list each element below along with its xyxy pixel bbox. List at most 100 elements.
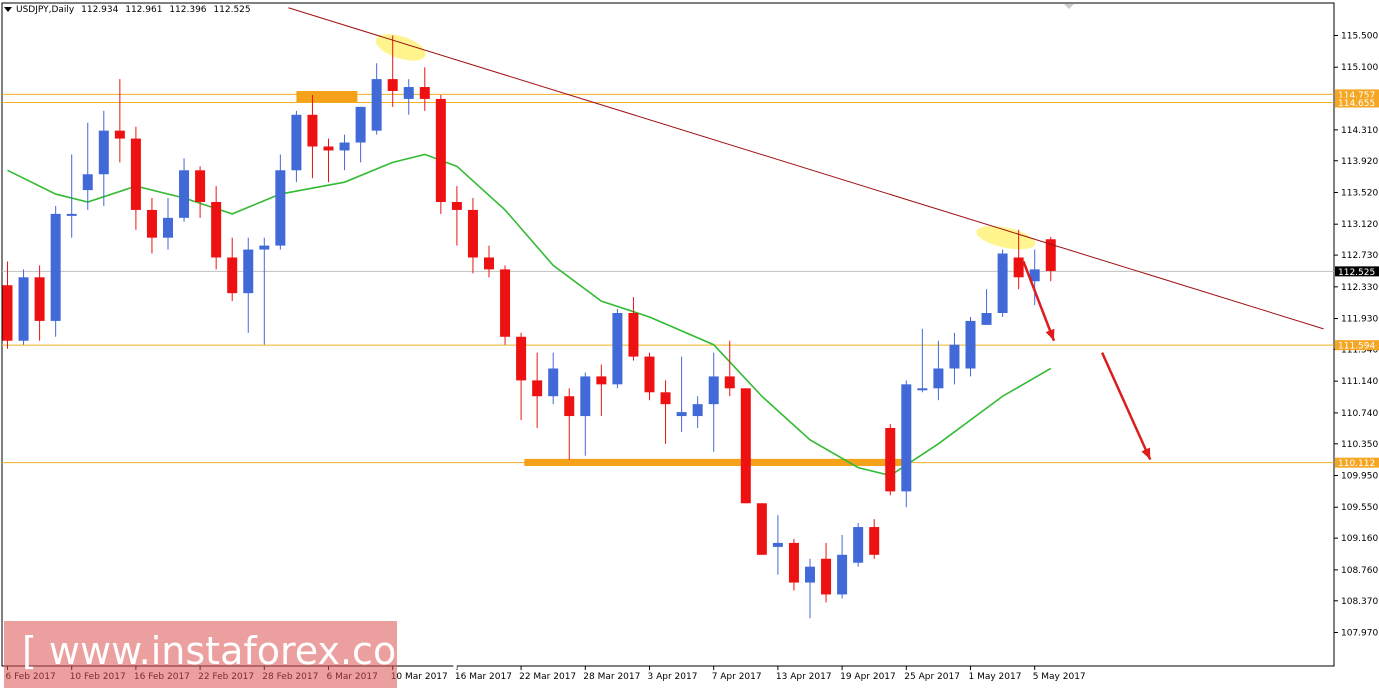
candle-body (901, 384, 912, 492)
candle-body (195, 170, 206, 202)
candle-body (34, 277, 45, 321)
candle-body (275, 170, 286, 246)
candle-body (756, 503, 767, 555)
candle-body (66, 213, 77, 216)
candle-body (435, 98, 446, 202)
x-tick-label: 22 Mar 2017 (519, 672, 576, 682)
level-price-label: 110.112 (1338, 459, 1375, 469)
chart-area: 115.500 115.100 114.310 113.920 113.520 113.1… (0, 0, 1379, 690)
candle-body (371, 79, 382, 131)
candle-body (387, 79, 398, 91)
candle-body (949, 344, 960, 369)
y-tick-label: 111.140 (1341, 377, 1378, 387)
dropdown-triangle-icon[interactable] (4, 7, 12, 12)
candle-body (821, 558, 832, 595)
watermark-text: [ www.instaforex.com ] (22, 629, 461, 673)
candle-body (805, 566, 815, 583)
x-tick-label: 25 Apr 2017 (904, 672, 960, 682)
candle-body (788, 542, 799, 583)
candle-body (98, 130, 109, 175)
x-tick-label: 19 Apr 2017 (840, 672, 896, 682)
candle-body (997, 253, 1008, 313)
x-tick-label: 13 Apr 2017 (776, 672, 832, 682)
candle-body (307, 114, 318, 147)
y-tick-label: 107.970 (1341, 629, 1378, 639)
high-value: 112.961 (125, 5, 163, 15)
candle-body (532, 380, 543, 397)
x-tick-label: 5 May 2017 (1033, 672, 1086, 682)
candle-body (772, 542, 783, 547)
candle-body (227, 257, 238, 294)
candle-body (981, 312, 992, 325)
candle-body (419, 87, 430, 99)
candle-body (548, 368, 559, 397)
candle-body (516, 336, 527, 381)
candle-body (933, 368, 944, 389)
y-tick-label: 110.350 (1341, 440, 1378, 450)
x-tick-label: 16 Mar 2017 (455, 672, 512, 682)
x-tick-label: 1 May 2017 (969, 672, 1022, 682)
y-tick-label: 115.500 (1341, 32, 1378, 42)
candle-body (692, 404, 703, 417)
y-tick-label: 109.550 (1341, 503, 1378, 513)
symbol-label: USDJPY,Daily (16, 5, 75, 15)
candle-body (2, 285, 13, 341)
candle-body (163, 217, 173, 238)
y-tick-label: 108.760 (1341, 566, 1378, 576)
candle-body (644, 356, 655, 393)
candlestick-chart: 115.500 115.100 114.310 113.920 113.520 113.1… (1, 2, 1379, 682)
candle-body (676, 412, 687, 417)
candle-body (18, 277, 29, 341)
x-tick-label: 3 Apr 2017 (648, 672, 698, 682)
y-tick-label: 113.120 (1341, 220, 1378, 230)
candle-body (628, 312, 639, 357)
current-price-label: 112.525 (1338, 268, 1375, 278)
candle-body (740, 388, 751, 504)
candle-body (339, 142, 350, 151)
candle-body (1013, 257, 1024, 278)
candle-body (50, 213, 61, 321)
y-tick-label: 115.100 (1341, 63, 1378, 73)
candle-body (564, 396, 575, 417)
candle-body (708, 376, 719, 405)
y-tick-label: 109.950 (1341, 472, 1378, 482)
y-tick-label: 114.310 (1341, 126, 1378, 136)
candle-body (965, 320, 976, 369)
low-value: 112.396 (169, 5, 207, 15)
candle-body (451, 201, 462, 210)
candle-body (467, 209, 478, 258)
y-tick-label: 108.370 (1341, 597, 1378, 607)
close-value: 112.525 (213, 5, 251, 15)
candle-body (853, 527, 864, 563)
candle-body (291, 114, 302, 171)
candle-body (211, 201, 222, 258)
y-tick-label: 113.520 (1341, 188, 1378, 198)
level-price-label: 111.594 (1338, 342, 1375, 352)
candle-body (403, 87, 414, 99)
y-tick-label: 113.920 (1341, 157, 1378, 167)
candle-body (323, 146, 334, 151)
support-resistance-zone (296, 90, 358, 103)
x-tick-label: 28 Mar 2017 (583, 672, 640, 682)
candle-body (114, 130, 125, 139)
candle-body (580, 376, 591, 417)
candle-body (355, 106, 366, 143)
candle-body (596, 376, 607, 385)
candle-body (243, 249, 254, 294)
candle-body (917, 388, 928, 391)
candle-body (612, 312, 623, 385)
candle-body (869, 527, 880, 555)
candle-body (837, 554, 848, 595)
x-tick-label: 7 Apr 2017 (712, 672, 762, 682)
candle-body (130, 138, 141, 210)
y-tick-label: 111.930 (1341, 315, 1378, 325)
candle-body (82, 174, 93, 191)
y-tick-label: 109.160 (1341, 534, 1378, 544)
level-price-label: 114.655 (1338, 99, 1375, 109)
candle-body (724, 376, 735, 389)
y-tick-label: 112.730 (1341, 251, 1378, 261)
x-tick-label: 10 Mar 2017 (391, 672, 448, 682)
open-value: 112.934 (81, 5, 119, 15)
candle-body (660, 392, 671, 405)
candle-body (179, 170, 190, 218)
